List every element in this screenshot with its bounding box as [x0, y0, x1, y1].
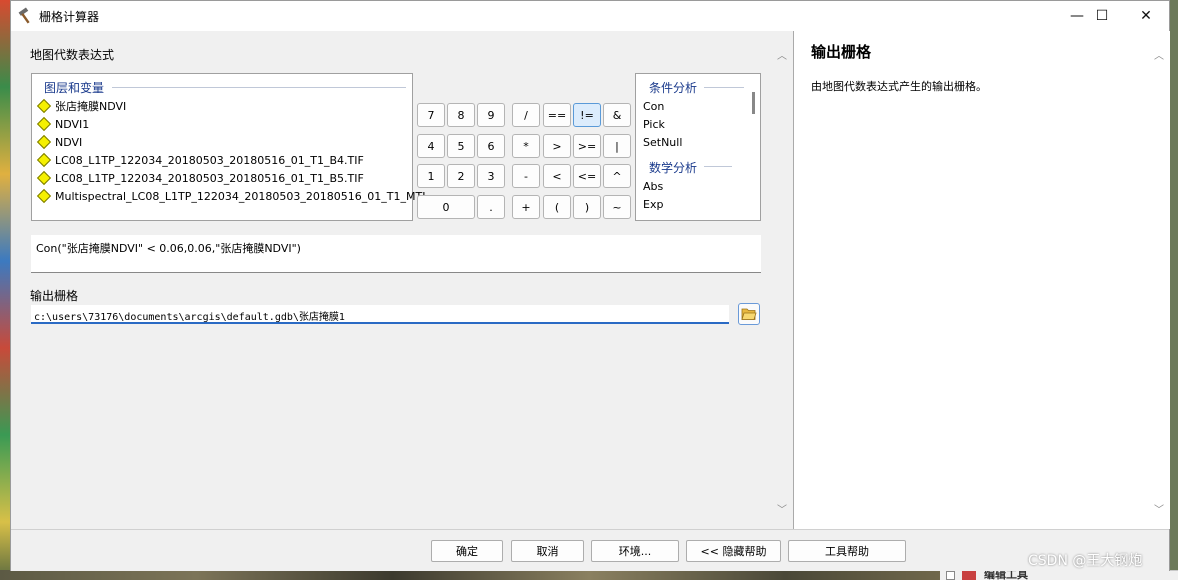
cancel-button[interactable]: 取消 — [511, 540, 584, 562]
layer-item[interactable]: 张店掩膜NDVI — [36, 97, 127, 115]
group-divider — [112, 87, 406, 88]
hide-help-button[interactable]: << 隐藏帮助 — [686, 540, 781, 562]
raster-layer-icon — [36, 98, 52, 114]
layer-item[interactable]: LC08_L1TP_122034_20180503_20180516_01_T1… — [36, 169, 364, 187]
layer-name: 张店掩膜NDVI — [55, 100, 127, 113]
scroll-down-arrow[interactable]: ﹀ — [775, 501, 789, 516]
help-text: 由地图代数表达式产生的输出栅格。 — [811, 80, 987, 93]
help-pane: 输出栅格 由地图代数表达式产生的输出栅格。 ︿ ﹀ — [794, 31, 1170, 529]
output-raster-input[interactable]: c:\users\73176\documents\arcgis\default.… — [31, 305, 729, 324]
calc-button-4[interactable]: 4 — [417, 134, 445, 158]
output-raster-path: c:\users\73176\documents\arcgis\default.… — [34, 312, 345, 323]
expand-icon — [946, 571, 955, 580]
calc-button-greater-equal[interactable]: >= — [573, 134, 601, 158]
close-button[interactable]: ✕ — [1123, 1, 1169, 31]
background-map-left — [0, 0, 10, 580]
raster-layer-icon — [36, 116, 52, 132]
tool-help-button[interactable]: 工具帮助 — [788, 540, 906, 562]
calc-button-close-paren[interactable]: ) — [573, 195, 601, 219]
layer-name: NDVI1 — [55, 117, 90, 131]
maximize-button[interactable]: ☐ — [1079, 1, 1125, 31]
tool-parameters-pane: 地图代数表达式 图层和变量 张店掩膜NDVI NDVI1 NDVI LC08_L… — [11, 31, 793, 529]
group-divider — [704, 87, 744, 88]
raster-layer-icon — [36, 134, 52, 150]
browse-button[interactable] — [738, 303, 760, 325]
function-item[interactable]: Exp — [643, 198, 663, 211]
help-title: 输出栅格 — [811, 43, 872, 61]
environments-button[interactable]: 环境... — [591, 540, 679, 562]
raster-layer-icon — [36, 152, 52, 168]
layer-name: Multispectral_LC08_L1TP_122034_20180503_… — [55, 189, 429, 203]
folder-open-icon — [741, 308, 757, 320]
output-raster-label: 输出栅格 — [30, 289, 79, 303]
calc-button-xor[interactable]: ^ — [603, 164, 631, 188]
functions-scrollbar-thumb[interactable] — [752, 92, 755, 114]
calc-button-minus[interactable]: - — [512, 164, 540, 188]
ok-button[interactable]: 确定 — [431, 540, 503, 562]
calc-button-9[interactable]: 9 — [477, 103, 505, 127]
calc-button-equal[interactable]: == — [543, 103, 571, 127]
layer-item[interactable]: Multispectral_LC08_L1TP_122034_20180503_… — [36, 187, 429, 205]
title-bar: 栅格计算器 — ☐ ✕ — [11, 1, 1169, 31]
calc-button-not-equal[interactable]: != — [573, 103, 601, 127]
calc-button-decimal[interactable]: . — [477, 195, 505, 219]
watermark: CSDN @王大钢炮 — [1028, 553, 1143, 569]
calc-button-and[interactable]: & — [603, 103, 631, 127]
function-item[interactable]: Abs — [643, 180, 663, 193]
calc-button-plus[interactable]: + — [512, 195, 540, 219]
calc-button-less[interactable]: < — [543, 164, 571, 188]
calc-button-8[interactable]: 8 — [447, 103, 475, 127]
functions-list[interactable]: 条件分析 Con Pick SetNull 数学分析 Abs Exp — [635, 73, 761, 221]
calc-button-or[interactable]: | — [603, 134, 631, 158]
calc-button-6[interactable]: 6 — [477, 134, 505, 158]
layer-name: NDVI — [55, 135, 83, 149]
calc-button-divide[interactable]: / — [512, 103, 540, 127]
calc-button-7[interactable]: 7 — [417, 103, 445, 127]
hammer-icon — [18, 7, 30, 24]
toolbox-icon — [962, 571, 976, 580]
layers-list[interactable]: 图层和变量 张店掩膜NDVI NDVI1 NDVI LC08_L1TP_1220… — [31, 73, 428, 221]
scroll-up-arrow[interactable]: ︿ — [775, 47, 789, 62]
help-scroll-up-arrow[interactable]: ︿ — [1152, 47, 1166, 62]
calc-button-greater[interactable]: > — [543, 134, 571, 158]
calc-button-5[interactable]: 5 — [447, 134, 475, 158]
conditional-group-title: 条件分析 — [649, 81, 698, 95]
calc-button-1[interactable]: 1 — [417, 164, 445, 188]
raster-calculator-window: 栅格计算器 — ☐ ✕ 地图代数表达式 图层和变量 张店掩膜NDVI NDVI1… — [10, 0, 1170, 571]
layer-name: LC08_L1TP_122034_20180503_20180516_01_T1… — [55, 171, 364, 185]
layer-item[interactable]: NDVI — [36, 133, 83, 151]
calc-button-less-equal[interactable]: <= — [573, 164, 601, 188]
expression-text: Con("张店掩膜NDVI" < 0.06,0.06,"张店掩膜NDVI") — [36, 242, 301, 255]
calc-button-not[interactable]: ~ — [603, 195, 631, 219]
function-item[interactable]: Con — [643, 100, 664, 113]
group-divider — [704, 166, 732, 167]
calc-button-multiply[interactable]: * — [512, 134, 540, 158]
raster-layer-icon — [36, 188, 52, 204]
expression-label: 地图代数表达式 — [30, 48, 115, 62]
layer-item[interactable]: NDVI1 — [36, 115, 90, 133]
layer-name: LC08_L1TP_122034_20180503_20180516_01_T1… — [55, 153, 364, 167]
layers-group-title: 图层和变量 — [44, 81, 105, 95]
math-group-title: 数学分析 — [649, 161, 698, 175]
function-item[interactable]: Pick — [643, 118, 665, 131]
calc-button-0[interactable]: 0 — [417, 195, 475, 219]
function-item[interactable]: SetNull — [643, 136, 682, 149]
raster-layer-icon — [36, 170, 52, 186]
window-title: 栅格计算器 — [39, 10, 100, 24]
expression-input[interactable]: Con("张店掩膜NDVI" < 0.06,0.06,"张店掩膜NDVI") — [31, 235, 761, 273]
calc-button-open-paren[interactable]: ( — [543, 195, 571, 219]
help-scroll-down-arrow[interactable]: ﹀ — [1152, 501, 1166, 516]
layer-item[interactable]: LC08_L1TP_122034_20180503_20180516_01_T1… — [36, 151, 364, 169]
calc-button-2[interactable]: 2 — [447, 164, 475, 188]
dialog-footer: 确定 取消 环境... << 隐藏帮助 工具帮助 — [11, 529, 1169, 571]
calc-button-3[interactable]: 3 — [477, 164, 505, 188]
